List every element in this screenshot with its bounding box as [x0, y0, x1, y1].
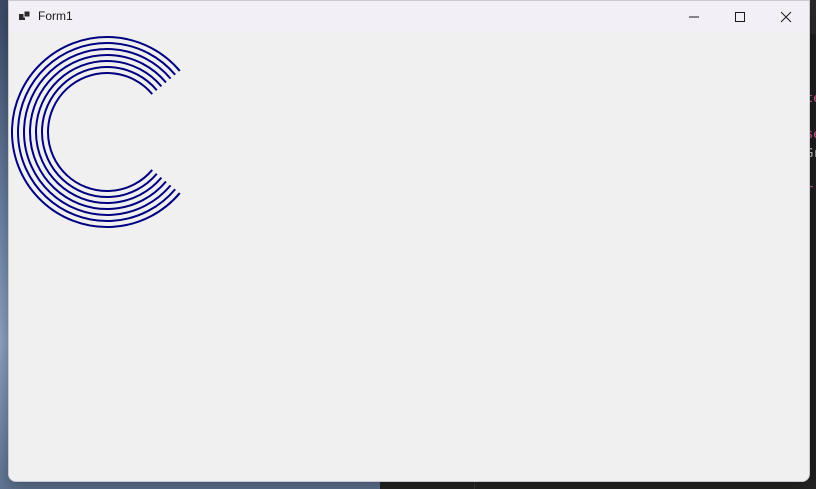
close-button[interactable] [763, 1, 809, 32]
maximize-button[interactable] [717, 1, 763, 32]
arc-stroke [35, 60, 163, 204]
arc-stroke [40, 66, 158, 198]
minimize-button[interactable] [671, 1, 717, 32]
form-client-area[interactable] [9, 32, 809, 481]
app-icon[interactable] [19, 10, 31, 22]
arc-stroke [29, 54, 167, 210]
close-icon [780, 11, 792, 22]
maximize-icon [735, 11, 745, 22]
concentric-arcs-drawing [10, 36, 181, 228]
minimize-icon [689, 16, 699, 17]
form-window[interactable]: Form1 [8, 0, 810, 482]
title-bar[interactable]: Form1 [9, 1, 809, 32]
window-title: Form1 [38, 9, 73, 23]
arc-stroke [47, 72, 153, 192]
arc-stroke [10, 36, 181, 228]
